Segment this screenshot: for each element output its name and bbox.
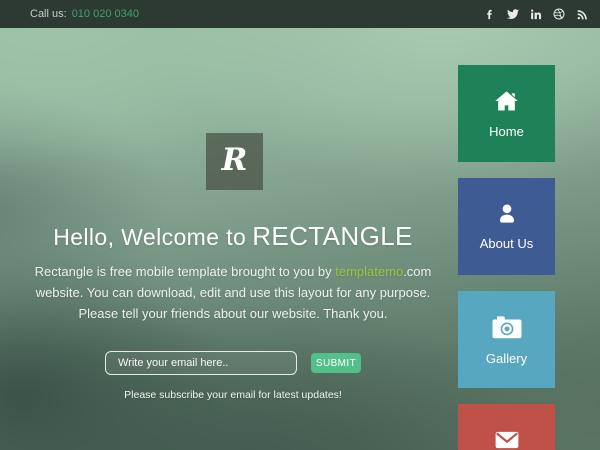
subscribe-note: Please subscribe your email for latest u… <box>13 389 453 401</box>
intro-paragraph: Rectangle is free mobile template brough… <box>20 261 446 324</box>
brand-name: RECTANGLE <box>252 221 413 251</box>
facebook-icon[interactable] <box>484 8 496 20</box>
sidebar-item-label: About Us <box>480 236 533 252</box>
page-title: Hello, Welcome toRECTANGLE <box>13 221 453 252</box>
sidebar-item-gallery[interactable]: Gallery <box>458 291 555 388</box>
sidebar-item-label: Home <box>489 124 524 140</box>
twitter-icon[interactable] <box>507 8 519 20</box>
templatemo-link[interactable]: templatemo <box>335 264 403 279</box>
camera-icon <box>492 312 522 342</box>
envelope-icon <box>494 427 520 450</box>
top-bar: Call us: 010 020 0340 <box>0 0 600 28</box>
phone-number-link[interactable]: 010 020 0340 <box>72 8 139 20</box>
sidebar-item-contact[interactable] <box>458 404 555 450</box>
logo-letter: R <box>222 142 248 181</box>
submit-button[interactable]: SUBMIT <box>311 353 361 373</box>
linkedin-icon[interactable] <box>530 8 542 20</box>
subscribe-form: SUBMIT <box>13 351 453 375</box>
user-icon <box>494 201 520 227</box>
page: Call us: 010 020 0340 R Hello, Welcome t… <box>0 0 600 450</box>
dribbble-icon[interactable] <box>553 8 565 20</box>
title-prefix: Hello, Welcome to <box>53 224 246 250</box>
site-logo: R <box>206 133 263 190</box>
sidebar-item-label: Gallery <box>486 351 527 367</box>
email-input[interactable] <box>105 351 297 375</box>
sidebar-item-about-us[interactable]: About Us <box>458 178 555 275</box>
sidebar-item-home[interactable]: Home <box>458 65 555 162</box>
call-us-label: Call us: <box>30 8 67 20</box>
social-links <box>484 8 588 20</box>
intro-text-before: Rectangle is free mobile template brough… <box>35 264 336 279</box>
rss-icon[interactable] <box>576 8 588 20</box>
home-icon <box>493 88 520 115</box>
